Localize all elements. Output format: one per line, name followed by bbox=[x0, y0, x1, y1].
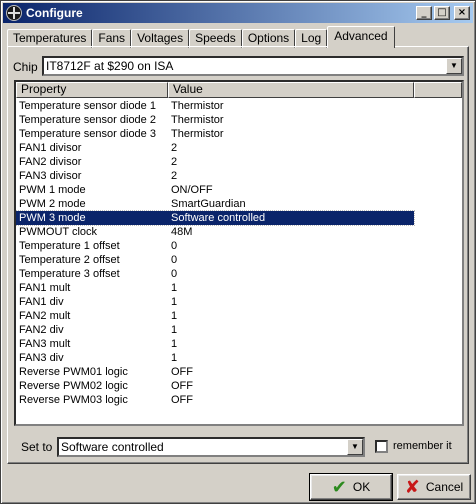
row-property: PWMOUT clock bbox=[19, 226, 98, 238]
column-header-filler bbox=[414, 82, 462, 98]
list-row[interactable]: Temperature sensor diode 3 Thermistor bbox=[16, 127, 414, 141]
row-value: 0 bbox=[171, 254, 178, 266]
row-value: 1 bbox=[171, 324, 178, 336]
list-row[interactable]: Temperature 1 offset 0 bbox=[16, 239, 414, 253]
row-value: OFF bbox=[171, 366, 193, 378]
list-row[interactable]: FAN3 mult 1 bbox=[16, 337, 414, 351]
list-row[interactable]: Reverse PWM03 logic OFF bbox=[16, 393, 414, 407]
row-property: PWM 1 mode bbox=[19, 184, 86, 196]
row-property: Temperature sensor diode 2 bbox=[19, 114, 156, 126]
list-row[interactable]: FAN1 div 1 bbox=[16, 295, 414, 309]
list-row[interactable]: Reverse PWM02 logic OFF bbox=[16, 379, 414, 393]
chip-label: Chip bbox=[13, 60, 38, 74]
row-property: FAN3 divisor bbox=[19, 170, 82, 182]
window-title: Configure bbox=[26, 6, 83, 20]
row-property: FAN3 mult bbox=[19, 338, 71, 350]
cancel-button-label: Cancel bbox=[425, 480, 464, 494]
ok-button-label: OK bbox=[352, 480, 371, 494]
row-property: Temperature 3 offset bbox=[19, 268, 120, 280]
row-value: OFF bbox=[171, 394, 193, 406]
list-row[interactable]: FAN3 div 1 bbox=[16, 351, 414, 365]
app-icon[interactable] bbox=[6, 5, 22, 21]
column-header-property[interactable]: Property bbox=[16, 82, 168, 98]
row-property: Reverse PWM03 logic bbox=[19, 394, 128, 406]
row-value: SmartGuardian bbox=[171, 198, 246, 210]
row-value: 2 bbox=[171, 170, 178, 182]
list-row[interactable]: PWM 1 mode ON/OFF bbox=[16, 183, 414, 197]
row-property: FAN1 div bbox=[19, 296, 64, 308]
list-row[interactable]: Temperature sensor diode 2 Thermistor bbox=[16, 113, 414, 127]
minimize-button[interactable]: _ bbox=[416, 6, 432, 20]
list-row[interactable]: FAN2 divisor 2 bbox=[16, 155, 414, 169]
set-to-select[interactable]: Software controlled ▼ bbox=[57, 437, 365, 457]
set-to-value: Software controlled bbox=[61, 440, 164, 454]
row-property: Temperature sensor diode 3 bbox=[19, 128, 156, 140]
chip-dropdown-arrow-icon[interactable]: ▼ bbox=[446, 58, 462, 74]
cancel-button[interactable]: ✘ Cancel bbox=[397, 474, 471, 500]
row-value: Thermistor bbox=[171, 128, 224, 140]
row-property: PWM 3 mode bbox=[19, 212, 86, 224]
maximize-button[interactable]: □ bbox=[434, 6, 450, 20]
row-property: FAN2 div bbox=[19, 324, 64, 336]
row-property: FAN2 divisor bbox=[19, 156, 82, 168]
row-property: Temperature 2 offset bbox=[19, 254, 120, 266]
list-row[interactable]: FAN2 mult 1 bbox=[16, 309, 414, 323]
list-header: Property Value bbox=[16, 82, 462, 98]
chip-select-value: IT8712F at $290 on ISA bbox=[46, 59, 174, 73]
list-rows: Temperature sensor diode 1 Thermistor Tem… bbox=[16, 98, 462, 407]
row-value: 48M bbox=[171, 226, 193, 238]
row-property: Reverse PWM01 logic bbox=[19, 366, 128, 378]
list-row[interactable]: FAN1 divisor 2 bbox=[16, 141, 414, 155]
row-value: Thermistor bbox=[171, 114, 224, 126]
title-bar[interactable]: Configure _ □ × bbox=[3, 3, 473, 23]
tab-advanced[interactable]: Advanced bbox=[327, 26, 395, 48]
row-value: Thermistor bbox=[171, 100, 224, 112]
remember-checkbox[interactable] bbox=[375, 440, 388, 453]
row-value: 0 bbox=[171, 240, 178, 252]
close-button[interactable]: × bbox=[454, 6, 470, 20]
row-property: Temperature 1 offset bbox=[19, 240, 120, 252]
property-list[interactable]: Property Value Temperature sensor diode … bbox=[14, 80, 464, 426]
row-value: 1 bbox=[171, 352, 178, 364]
set-to-dropdown-arrow-icon[interactable]: ▼ bbox=[347, 439, 363, 455]
row-property: Reverse PWM02 logic bbox=[19, 380, 128, 392]
row-value: 1 bbox=[171, 338, 178, 350]
row-property: FAN3 div bbox=[19, 352, 64, 364]
row-value: 2 bbox=[171, 156, 178, 168]
list-row[interactable]: PWMOUT clock 48M bbox=[16, 225, 414, 239]
check-icon: ✔ bbox=[331, 476, 347, 497]
list-row[interactable]: PWM 2 mode SmartGuardian bbox=[16, 197, 414, 211]
row-value: OFF bbox=[171, 380, 193, 392]
row-value: 2 bbox=[171, 142, 178, 154]
row-value: 1 bbox=[171, 296, 178, 308]
list-row[interactable]: FAN1 mult 1 bbox=[16, 281, 414, 295]
row-value: 1 bbox=[171, 310, 178, 322]
row-property: FAN1 divisor bbox=[19, 142, 82, 154]
row-property: FAN2 mult bbox=[19, 310, 71, 322]
configure-window: Configure _ □ × Temperatures Fans Voltag… bbox=[0, 0, 476, 504]
list-row[interactable]: FAN2 div 1 bbox=[16, 323, 414, 337]
row-property: PWM 2 mode bbox=[19, 198, 86, 210]
cancel-x-icon: ✘ bbox=[404, 476, 420, 497]
ok-button[interactable]: ✔ OK bbox=[309, 473, 393, 501]
list-row[interactable]: Reverse PWM01 logic OFF bbox=[16, 365, 414, 379]
row-value: Software controlled bbox=[171, 212, 266, 224]
row-value: 0 bbox=[171, 268, 178, 280]
list-row[interactable]: Temperature 3 offset 0 bbox=[16, 267, 414, 281]
list-row-selected[interactable]: PWM 3 mode Software controlled bbox=[16, 210, 415, 226]
list-row[interactable]: FAN3 divisor 2 bbox=[16, 169, 414, 183]
row-value: 1 bbox=[171, 282, 178, 294]
chip-select[interactable]: IT8712F at $290 on ISA ▼ bbox=[42, 56, 464, 76]
list-row[interactable]: Temperature sensor diode 1 Thermistor bbox=[16, 99, 414, 113]
set-to-label: Set to bbox=[21, 440, 53, 454]
column-header-value[interactable]: Value bbox=[168, 82, 414, 98]
row-property: FAN1 mult bbox=[19, 282, 71, 294]
row-property: Temperature sensor diode 1 bbox=[19, 100, 156, 112]
tab-strip: Temperatures Fans Voltages Speeds Option… bbox=[7, 26, 395, 48]
remember-label[interactable]: remember it bbox=[393, 440, 452, 452]
list-row[interactable]: Temperature 2 offset 0 bbox=[16, 253, 414, 267]
row-value: ON/OFF bbox=[171, 184, 213, 196]
